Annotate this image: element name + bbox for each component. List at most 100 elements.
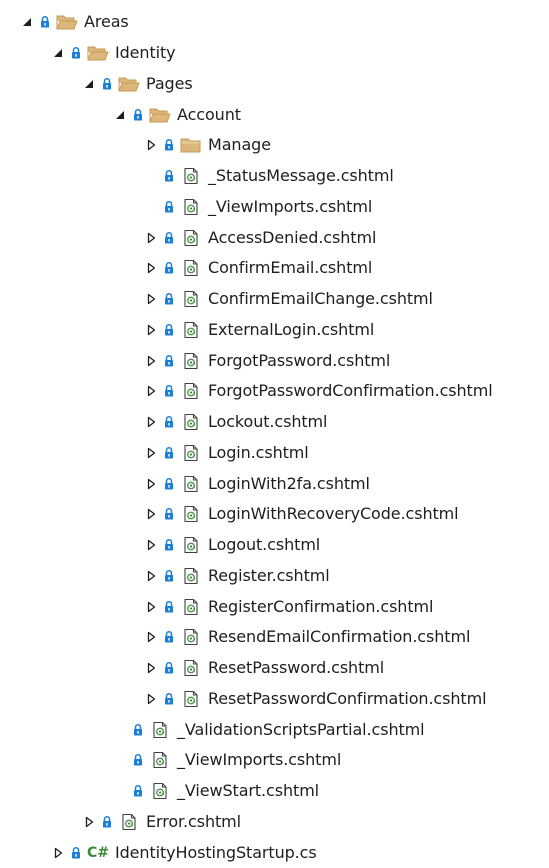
tree-item-lockout-cshtml[interactable]: Lockout.cshtml [0,407,549,438]
tree-item-forgotpasswordconfirmation-cshtml[interactable]: ForgotPasswordConfirmation.cshtml [0,376,549,407]
razor-file-icon [180,628,202,646]
razor-file-icon [180,444,202,462]
lock-icon [100,77,114,91]
tree-item-identity[interactable]: Identity [0,38,549,69]
lock-icon [162,138,176,152]
tree-item-areas[interactable]: Areas [0,7,549,38]
tree-item-pages[interactable]: Pages [0,69,549,100]
lock-icon [162,661,176,675]
razor-file-icon [149,782,171,800]
expand-arrow-icon[interactable] [82,77,96,91]
lock-icon [162,354,176,368]
tree-item-logout-cshtml[interactable]: Logout.cshtml [0,530,549,561]
collapse-arrow-icon[interactable] [144,661,158,675]
collapse-arrow-icon[interactable] [51,846,65,860]
razor-file-icon [149,721,171,739]
collapse-arrow-icon[interactable] [144,477,158,491]
tree-item-viewstart-cshtml[interactable]: _ViewStart.cshtml [0,776,549,807]
tree-item-confirmemailchange-cshtml[interactable]: ConfirmEmailChange.cshtml [0,284,549,315]
csharp-file-icon: C# [87,844,109,862]
razor-file-icon [180,229,202,247]
tree-item-label: ConfirmEmail.cshtml [208,258,373,278]
tree-item-loginwith2fa-cshtml[interactable]: LoginWith2fa.cshtml [0,468,549,499]
tree-item-manage[interactable]: Manage [0,130,549,161]
tree-item-label: Register.cshtml [208,565,330,585]
arrow-placeholder [144,200,158,214]
tree-item-viewimports-cshtml[interactable]: _ViewImports.cshtml [0,192,549,223]
tree-item-label: IdentityHostingStartup.cs [115,842,317,862]
lock-icon [162,538,176,552]
tree-item-resendemailconfirmation-cshtml[interactable]: ResendEmailConfirmation.cshtml [0,622,549,653]
tree-item-confirmemail-cshtml[interactable]: ConfirmEmail.cshtml [0,253,549,284]
collapse-arrow-icon[interactable] [144,231,158,245]
tree-item-viewimports-cshtml[interactable]: _ViewImports.cshtml [0,745,549,776]
tree-item-label: _ViewImports.cshtml [177,750,342,770]
csharp-glyph: C# [87,844,110,861]
tree-item-label: LoginWith2fa.cshtml [208,473,370,493]
tree-item-account[interactable]: Account [0,99,549,130]
collapse-arrow-icon[interactable] [144,261,158,275]
expand-arrow-icon[interactable] [51,46,65,60]
tree-item-error-cshtml[interactable]: Error.cshtml [0,807,549,838]
lock-icon [162,384,176,398]
tree-item-externallogin-cshtml[interactable]: ExternalLogin.cshtml [0,315,549,346]
lock-icon [69,46,83,60]
open-folder-icon [56,13,78,31]
tree-item-login-cshtml[interactable]: Login.cshtml [0,438,549,469]
collapse-arrow-icon[interactable] [144,354,158,368]
lock-icon [131,723,145,737]
lock-icon [69,846,83,860]
lock-icon [162,292,176,306]
collapse-arrow-icon[interactable] [144,138,158,152]
lock-icon [162,692,176,706]
folder-icon [180,136,202,154]
collapse-arrow-icon[interactable] [144,323,158,337]
tree-item-forgotpassword-cshtml[interactable]: ForgotPassword.cshtml [0,345,549,376]
tree-item-resetpassword-cshtml[interactable]: ResetPassword.cshtml [0,653,549,684]
lock-icon [162,415,176,429]
tree-item-registerconfirmation-cshtml[interactable]: RegisterConfirmation.cshtml [0,591,549,622]
tree-item-accessdenied-cshtml[interactable]: AccessDenied.cshtml [0,222,549,253]
open-folder-icon [118,75,140,93]
razor-file-icon [180,382,202,400]
tree-item-label: ConfirmEmailChange.cshtml [208,289,433,309]
tree-item-label: Identity [115,43,176,63]
razor-file-icon [118,813,140,831]
collapse-arrow-icon[interactable] [144,446,158,460]
razor-file-icon [180,167,202,185]
collapse-arrow-icon[interactable] [144,415,158,429]
tree-item-identityhostingstartup-cs[interactable]: C# IdentityHostingStartup.cs [0,837,549,868]
collapse-arrow-icon[interactable] [144,292,158,306]
collapse-arrow-icon[interactable] [144,569,158,583]
collapse-arrow-icon[interactable] [144,630,158,644]
lock-icon [131,108,145,122]
lock-icon [162,477,176,491]
tree-item-label: Pages [146,73,193,93]
lock-icon [131,753,145,767]
collapse-arrow-icon[interactable] [144,538,158,552]
tree-item-loginwithrecoverycode-cshtml[interactable]: LoginWithRecoveryCode.cshtml [0,499,549,530]
lock-icon [162,630,176,644]
razor-file-icon [180,536,202,554]
razor-file-icon [180,567,202,585]
tree-item-label: Logout.cshtml [208,535,321,555]
collapse-arrow-icon[interactable] [82,815,96,829]
tree-item-validationscriptspartial-cshtml[interactable]: _ValidationScriptsPartial.cshtml [0,714,549,745]
razor-file-icon [180,290,202,308]
collapse-arrow-icon[interactable] [144,384,158,398]
expand-arrow-icon[interactable] [20,15,34,29]
tree-item-register-cshtml[interactable]: Register.cshtml [0,561,549,592]
collapse-arrow-icon[interactable] [144,600,158,614]
tree-item-resetpasswordconfirmation-cshtml[interactable]: ResetPasswordConfirmation.cshtml [0,684,549,715]
tree-item-statusmessage-cshtml[interactable]: _StatusMessage.cshtml [0,161,549,192]
lock-icon [162,600,176,614]
razor-file-icon [180,659,202,677]
expand-arrow-icon[interactable] [113,108,127,122]
lock-icon [38,15,52,29]
tree-item-label: Account [177,104,241,124]
open-folder-icon [87,44,109,62]
solution-explorer-tree: Areas Identity Pages Account Manage _StatusMe… [0,7,549,868]
collapse-arrow-icon[interactable] [144,507,158,521]
lock-icon [162,231,176,245]
collapse-arrow-icon[interactable] [144,692,158,706]
